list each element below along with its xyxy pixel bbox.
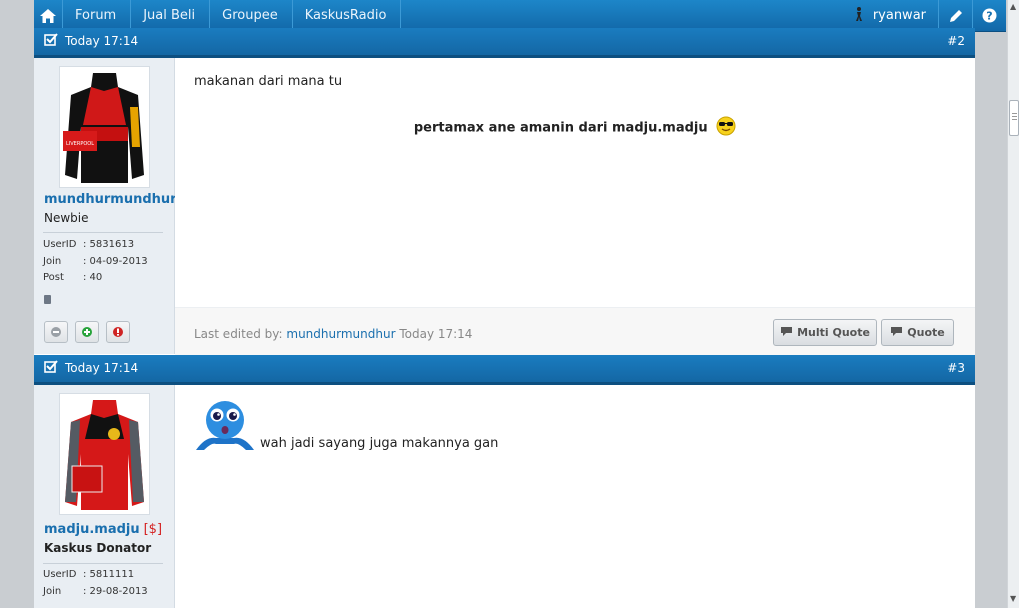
- post-checkbox-icon[interactable]: [44, 33, 58, 49]
- username-text[interactable]: madju.madju: [44, 522, 140, 537]
- post-body: makanan dari mana tu pertamax ane amanin…: [175, 58, 975, 307]
- post-body: wah jadi sayang juga makannya gan: [175, 385, 975, 608]
- user-divider: [43, 232, 163, 233]
- add-reputation-button[interactable]: [75, 321, 99, 343]
- edited-time: Today 17:14: [399, 327, 473, 341]
- userid-value: : 5811111: [83, 569, 135, 580]
- userid-value: : 5831613: [83, 239, 135, 250]
- post-number[interactable]: #3: [947, 361, 965, 375]
- join-value: : 04-09-2013: [83, 255, 148, 267]
- multi-quote-button[interactable]: Multi Quote: [773, 319, 877, 346]
- post-bold-text: pertamax ane amanin dari madju.madju: [413, 120, 708, 136]
- post-header: Today 17:14 #3: [34, 355, 975, 385]
- donor-badge: [$]: [143, 522, 163, 537]
- user-stats: UserID : 5811111 Join : 29-08-2013: [43, 567, 148, 600]
- user-status-icon: [855, 6, 863, 25]
- user-info-pane: madju.madju [$] Kaskus Donator UserID : 58…: [34, 385, 175, 608]
- edited-by-link[interactable]: mundhurmundhur: [286, 327, 395, 341]
- home-icon[interactable]: [34, 0, 62, 31]
- thread-content: Today 17:14 #2 LIVERPOOL mundhurmundhur …: [34, 28, 975, 608]
- post-quote-line: pertamax ane amanin dari madju.madju: [175, 116, 975, 140]
- help-icon[interactable]: ?: [972, 0, 1006, 31]
- post-checkbox-icon[interactable]: [44, 360, 58, 376]
- post-footer: Last edited by: mundhurmundhur Today 17:…: [175, 307, 975, 355]
- userid-label: UserID: [43, 239, 77, 250]
- nav-forum[interactable]: Forum: [62, 0, 130, 31]
- multi-quote-label: Multi Quote: [797, 326, 870, 339]
- speech-bubble-icon: [780, 326, 793, 340]
- userid-label: UserID: [43, 569, 77, 580]
- user-stats: UserID : 5831613 Join : 04-09-2013 Post : 4…: [43, 237, 148, 287]
- nav-groupee[interactable]: Groupee: [209, 0, 292, 31]
- post-time: Today 17:14: [65, 361, 139, 375]
- user-rank: Kaskus Donator: [44, 541, 152, 555]
- post-username[interactable]: madju.madju [$]: [44, 522, 162, 537]
- username-label: ryanwar: [872, 8, 926, 23]
- user-menu[interactable]: ryanwar: [841, 0, 938, 31]
- post-text-line: wah jadi sayang juga makannya gan: [260, 436, 499, 451]
- scroll-up-arrow-icon[interactable]: ▲: [1010, 2, 1016, 11]
- svg-text:?: ?: [986, 10, 992, 23]
- scrollbar-thumb[interactable]: [1009, 100, 1019, 136]
- nav-jual-beli[interactable]: Jual Beli: [130, 0, 209, 31]
- post-text-line: makanan dari mana tu: [194, 74, 343, 89]
- user-info-pane: LIVERPOOL mundhurmundhur Newbie UserID : …: [34, 58, 177, 354]
- reputation-icon: [44, 295, 51, 304]
- cool-smiley-icon: [716, 116, 736, 140]
- scroll-down-arrow-icon[interactable]: ▼: [1010, 594, 1016, 603]
- quote-button[interactable]: Quote: [881, 319, 954, 346]
- block-user-button[interactable]: [44, 321, 68, 343]
- quote-label: Quote: [907, 326, 945, 339]
- page-scrollbar[interactable]: ▲ ▼: [1007, 0, 1019, 608]
- report-button[interactable]: [106, 321, 130, 343]
- post-time: Today 17:14: [65, 34, 139, 48]
- post-number[interactable]: #2: [947, 34, 965, 48]
- avatar[interactable]: [59, 393, 150, 515]
- post-count-value: : 40: [83, 272, 103, 283]
- nav-kaskusradio[interactable]: KaskusRadio: [291, 0, 402, 31]
- edited-prefix: Last edited by:: [194, 327, 283, 341]
- edited-note: Last edited by: mundhurmundhur Today 17:…: [194, 327, 472, 341]
- pencil-icon[interactable]: [938, 0, 972, 31]
- speech-bubble-icon: [890, 326, 903, 340]
- blue-alien-smiley-icon: [194, 400, 256, 455]
- join-label: Join: [43, 585, 62, 597]
- user-divider: [43, 563, 163, 564]
- post-header: Today 17:14 #2: [34, 28, 975, 58]
- avatar[interactable]: LIVERPOOL: [59, 66, 150, 188]
- join-value: : 29-08-2013: [83, 585, 148, 597]
- svg-text:LIVERPOOL: LIVERPOOL: [66, 141, 94, 147]
- post-username[interactable]: mundhurmundhur: [44, 192, 177, 207]
- join-label: Join: [43, 255, 62, 267]
- post-label: Post: [43, 272, 64, 283]
- user-rank: Newbie: [44, 211, 89, 225]
